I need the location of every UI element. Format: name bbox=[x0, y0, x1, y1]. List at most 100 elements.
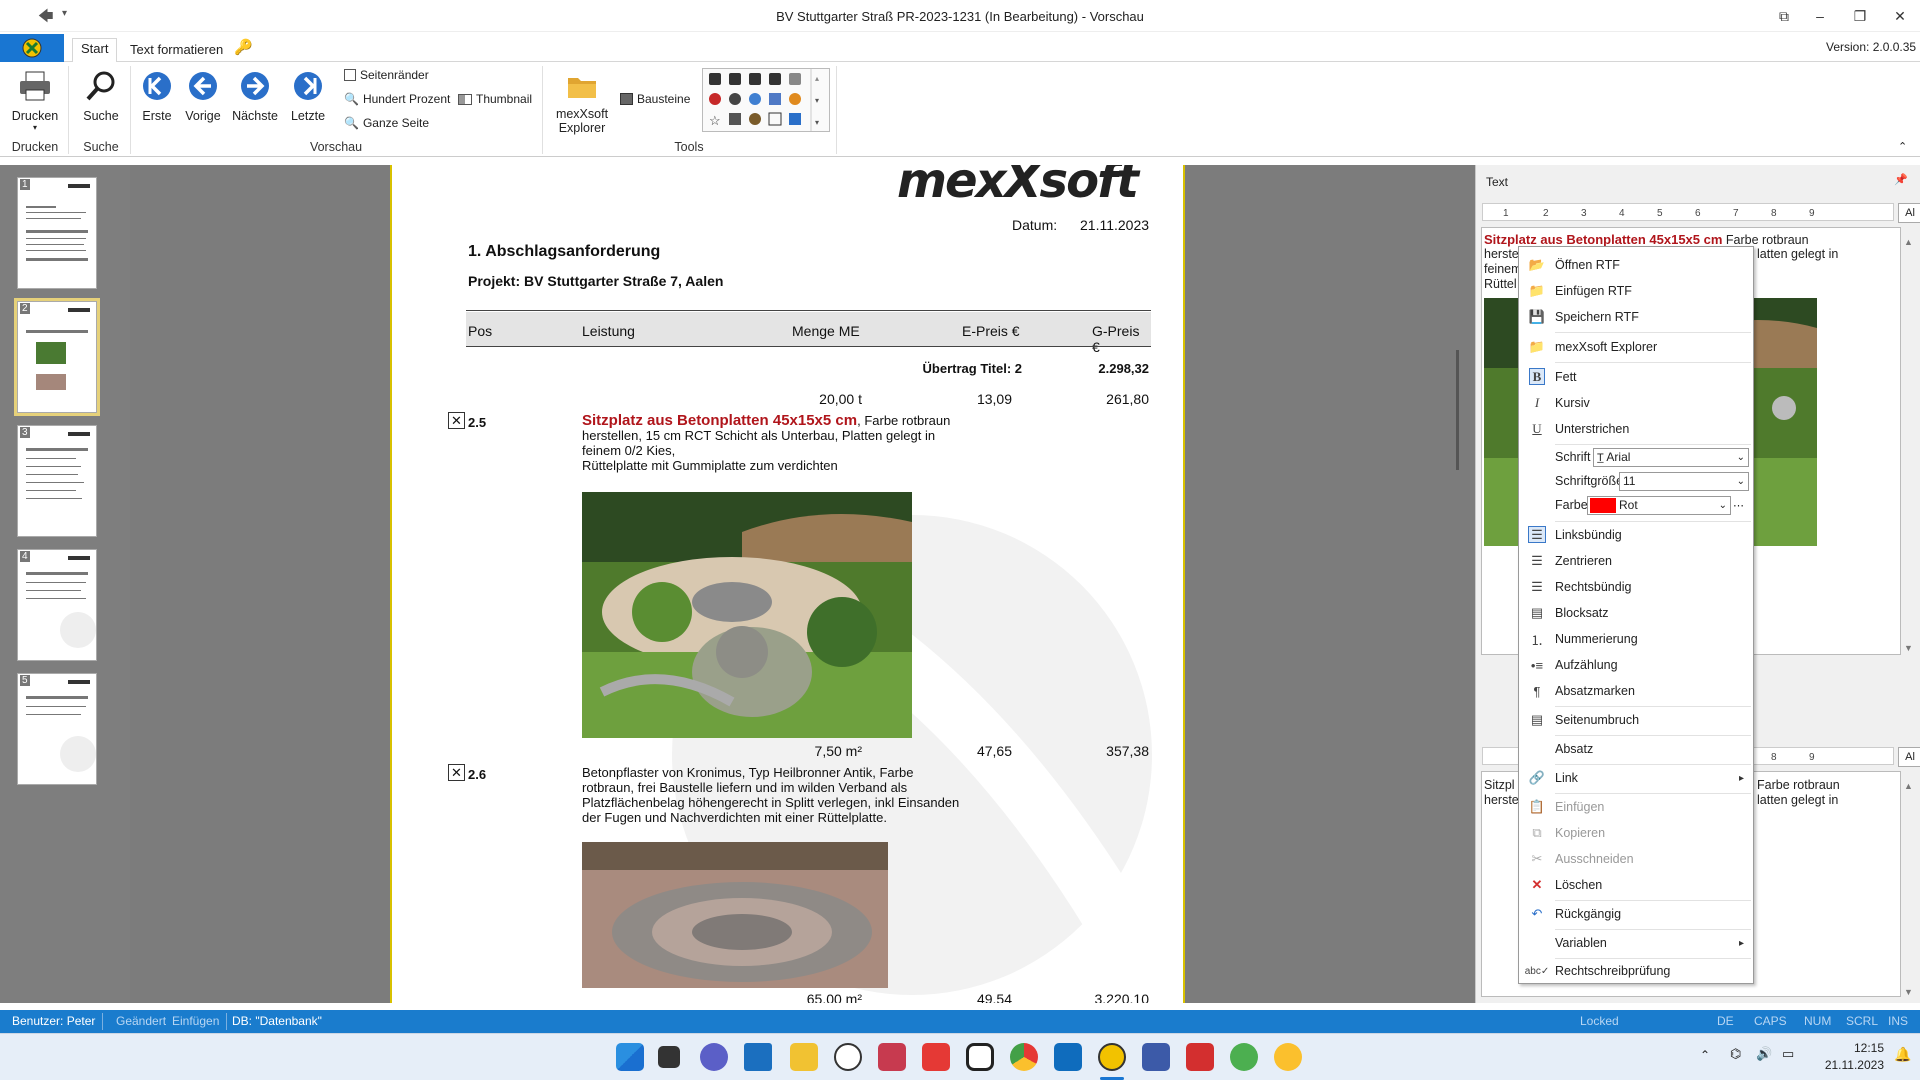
menu-variables[interactable]: Variablen ▸ bbox=[1519, 931, 1753, 955]
ruler[interactable]: 1 2 3 4 5 6 7 8 9 bbox=[1482, 203, 1894, 221]
menu-numbering[interactable]: ⒈ Nummerierung bbox=[1519, 627, 1753, 651]
pdf-icon[interactable] bbox=[1186, 1043, 1214, 1071]
file-explorer-icon[interactable] bbox=[790, 1043, 818, 1071]
clock-time[interactable]: 12:15 bbox=[1818, 1041, 1884, 1055]
menu-bullets[interactable]: •≡ Aufzählung bbox=[1519, 653, 1753, 677]
more-icon[interactable]: ⋯ bbox=[1733, 499, 1744, 512]
menu-page-break[interactable]: ▤ Seitenumbruch bbox=[1519, 708, 1753, 732]
page-thumbnail[interactable]: 5 bbox=[17, 673, 97, 785]
tray-chevron-icon[interactable]: ⌃ bbox=[1700, 1048, 1710, 1062]
menu-undo[interactable]: ↶ Rückgängig bbox=[1519, 902, 1753, 926]
preview-scrollbar[interactable] bbox=[1456, 350, 1459, 470]
thumbnail-label: Thumbnail bbox=[476, 92, 533, 106]
table-header: Pos Leistung Menge ME E-Preis € G-Preis … bbox=[466, 312, 1151, 355]
globe-icon[interactable] bbox=[1230, 1043, 1258, 1071]
print-button[interactable]: Drucken ▾ bbox=[10, 70, 60, 132]
chevron-down-icon: ⌄ bbox=[1736, 451, 1745, 463]
hundred-percent-button[interactable]: 🔍 Hundert Prozent bbox=[344, 92, 450, 106]
menu-link[interactable]: 🔗 Link ▸ bbox=[1519, 766, 1753, 790]
app-menu-button[interactable] bbox=[0, 34, 64, 62]
delete-icon: ✕ bbox=[1531, 877, 1543, 892]
task-view-icon[interactable] bbox=[658, 1046, 680, 1068]
battery-icon[interactable]: ▭ bbox=[1782, 1046, 1794, 1062]
menu-save-rtf[interactable]: 💾 Speichern RTF bbox=[1519, 305, 1753, 329]
menu-paragraph[interactable]: Absatz bbox=[1519, 737, 1753, 761]
layout-icon[interactable]: ⧉ bbox=[1764, 4, 1804, 28]
scroll-down-icon[interactable]: ▼ bbox=[1904, 643, 1913, 653]
item-checkbox-icon[interactable]: ✕ bbox=[448, 764, 465, 781]
font-size-select[interactable]: 11 ⌄ bbox=[1619, 471, 1749, 491]
menu-align-left[interactable]: ☰ Linksbündig bbox=[1519, 523, 1753, 547]
page-break-icon: ▤ bbox=[1530, 712, 1544, 727]
tab-text-format[interactable]: Text formatieren bbox=[122, 40, 231, 62]
mexxsoft-icon[interactable] bbox=[1098, 1043, 1126, 1071]
page-thumbnail[interactable]: 1 bbox=[17, 177, 97, 289]
network-icon[interactable]: ⌬ bbox=[1730, 1046, 1741, 1062]
teamviewer-icon[interactable] bbox=[966, 1043, 994, 1071]
first-page-button[interactable]: Erste bbox=[138, 70, 176, 123]
font-select[interactable]: T̲ Arial ⌄ bbox=[1593, 447, 1749, 467]
menu-copy[interactable]: ⧉ Kopieren bbox=[1519, 821, 1753, 845]
color-select[interactable]: Rot ⌄ bbox=[1587, 495, 1731, 515]
menu-paste[interactable]: 📋 Einfügen bbox=[1519, 795, 1753, 819]
menu-open-rtf[interactable]: 📂 Öffnen RTF bbox=[1519, 253, 1753, 277]
tool-app-icon[interactable] bbox=[1142, 1043, 1170, 1071]
page-thumbnail[interactable]: 4 bbox=[17, 549, 97, 661]
scroll-up-icon[interactable]: ▲ bbox=[1904, 781, 1913, 791]
tool-icon bbox=[709, 73, 721, 85]
editor-title-text: Sitzplatz aus Betonplatten 45x15x5 cm bbox=[1484, 232, 1723, 247]
menu-insert-rtf[interactable]: 📁 Einfügen RTF bbox=[1519, 279, 1753, 303]
explorer-button[interactable]: mexXsoft Explorer bbox=[552, 72, 612, 135]
pin-icon[interactable]: 📌 bbox=[1894, 173, 1908, 186]
snipping-tool-icon[interactable] bbox=[878, 1043, 906, 1071]
volume-icon[interactable]: 🔊 bbox=[1756, 1046, 1772, 1062]
clock-date[interactable]: 21.11.2023 bbox=[1810, 1058, 1884, 1072]
menu-spellcheck[interactable]: abc✓ Rechtschreibprüfung bbox=[1519, 959, 1753, 983]
menu-align-right[interactable]: ☰ Rechtsbündig bbox=[1519, 575, 1753, 599]
menu-bold[interactable]: B Fett bbox=[1519, 365, 1753, 389]
thumbnail-preview bbox=[26, 432, 90, 499]
carry-value: 2.298,32 bbox=[1098, 361, 1149, 376]
menu-cut[interactable]: ✂ Ausschneiden bbox=[1519, 847, 1753, 871]
outlook-icon[interactable] bbox=[1054, 1043, 1082, 1071]
maximize-button[interactable]: ❐ bbox=[1840, 4, 1880, 28]
previous-page-button[interactable]: Vorige bbox=[182, 70, 224, 123]
item-checkbox-icon[interactable]: ✕ bbox=[448, 412, 465, 429]
menu-explorer[interactable]: 📁 mexXsoft Explorer bbox=[1519, 335, 1753, 359]
ruler-align-button[interactable]: Al bbox=[1898, 203, 1920, 223]
start-icon[interactable] bbox=[616, 1043, 644, 1071]
menu-justify[interactable]: ▤ Blocksatz bbox=[1519, 601, 1753, 625]
app-icon[interactable] bbox=[1274, 1043, 1302, 1071]
pen-icon[interactable] bbox=[744, 1043, 772, 1071]
page-thumbnail[interactable]: 2 bbox=[14, 298, 100, 416]
music-icon[interactable] bbox=[834, 1043, 862, 1071]
menu-italic[interactable]: I Kursiv bbox=[1519, 391, 1753, 415]
minimize-button[interactable]: – bbox=[1800, 4, 1840, 28]
notification-bell-icon[interactable]: 🔔 bbox=[1894, 1046, 1911, 1063]
bausteine-button[interactable]: Bausteine bbox=[620, 92, 690, 106]
page-thumbnail[interactable]: 3 bbox=[17, 425, 97, 537]
anydesk-icon[interactable] bbox=[922, 1043, 950, 1071]
key-icon[interactable]: 🔑 bbox=[234, 38, 253, 56]
close-button[interactable]: ✕ bbox=[1880, 4, 1920, 28]
ribbon: Drucken ▾ Drucken Suche Suche Erste Vori… bbox=[0, 62, 1920, 157]
editor-text: herste bbox=[1484, 247, 1519, 261]
scroll-up-icon[interactable]: ▲ bbox=[1904, 237, 1913, 247]
thumbnail-button[interactable]: Thumbnail bbox=[458, 92, 532, 106]
menu-delete[interactable]: ✕ Löschen bbox=[1519, 873, 1753, 897]
menu-paragraph-marks[interactable]: ¶ Absatzmarken bbox=[1519, 679, 1753, 703]
search-button[interactable]: Suche bbox=[78, 70, 124, 123]
tab-start[interactable]: Start bbox=[72, 38, 118, 63]
collapse-ribbon-icon[interactable]: ⌃ bbox=[1898, 140, 1907, 153]
last-page-button[interactable]: Letzte bbox=[288, 70, 328, 123]
margins-button[interactable]: Seitenränder bbox=[344, 68, 429, 82]
menu-align-center[interactable]: ☰ Zentrieren bbox=[1519, 549, 1753, 573]
menu-underline[interactable]: U Unterstrichen bbox=[1519, 417, 1753, 441]
whole-page-button[interactable]: 🔍 Ganze Seite bbox=[344, 116, 429, 130]
teams-icon[interactable] bbox=[700, 1043, 728, 1071]
ruler-align-button[interactable]: Al bbox=[1898, 747, 1920, 767]
tools-gallery[interactable]: ☆ ▴ ▾ ▾ bbox=[702, 68, 830, 132]
next-page-button[interactable]: Nächste bbox=[232, 70, 278, 123]
chrome-icon[interactable] bbox=[1010, 1043, 1038, 1071]
scroll-down-icon[interactable]: ▼ bbox=[1904, 987, 1913, 997]
